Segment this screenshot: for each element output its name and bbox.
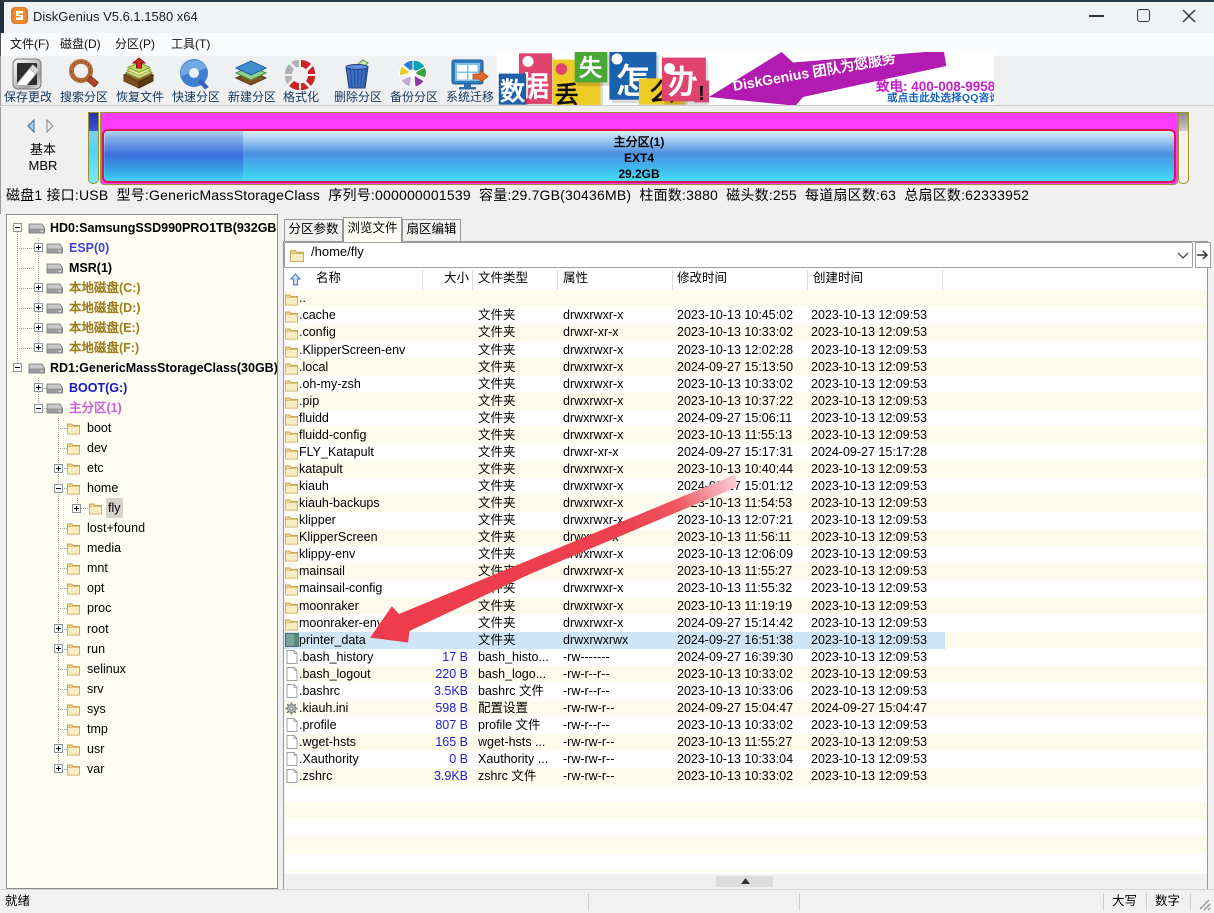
svg-text:!: !: [698, 83, 705, 105]
svg-text:数: 数: [500, 72, 526, 105]
svg-text:失: 失: [579, 52, 603, 83]
